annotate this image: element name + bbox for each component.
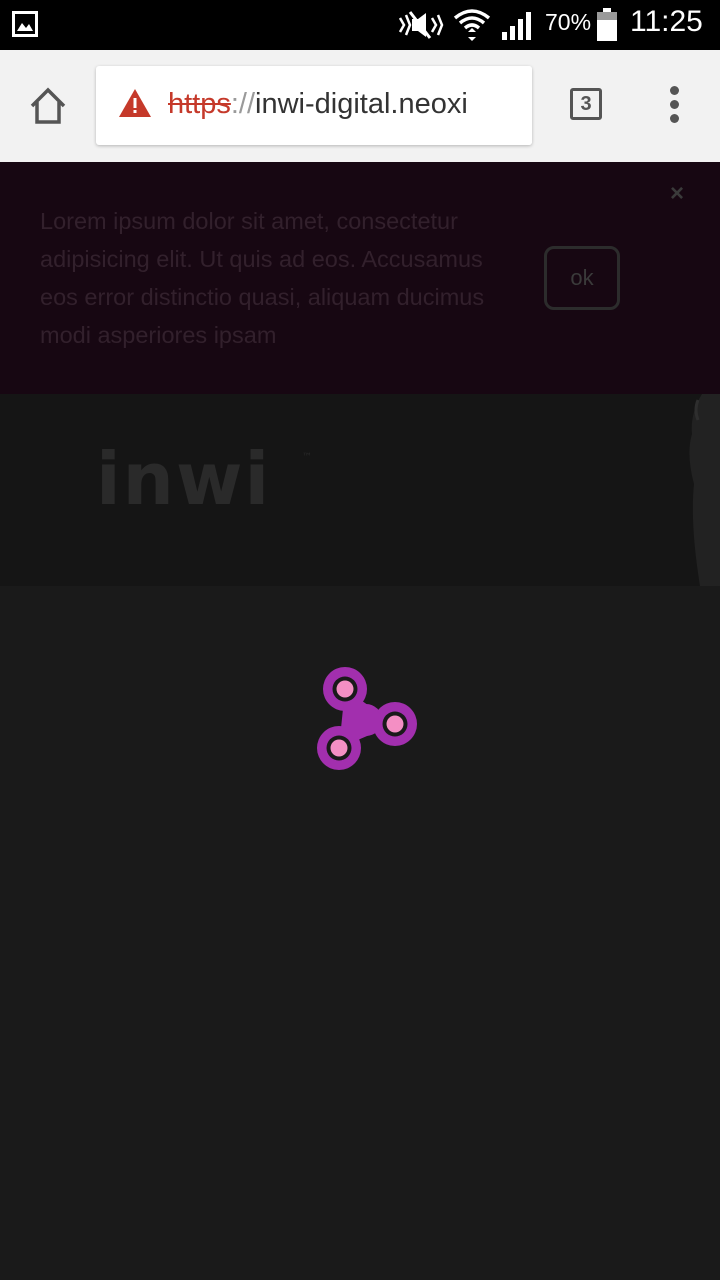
- menu-dot: [669, 114, 679, 123]
- inwi-logo: inwi ™: [96, 446, 312, 510]
- cookie-banner: Lorem ipsum dolor sit amet, consectetur …: [0, 162, 720, 394]
- home-icon[interactable]: [26, 84, 70, 128]
- banner-close-button[interactable]: ×: [670, 180, 684, 208]
- menu-dot: [669, 100, 679, 109]
- logo-text: inwi: [96, 446, 271, 510]
- clock: 11:25: [630, 5, 703, 38]
- url-text[interactable]: https://inwi-digital.neoxi: [168, 88, 468, 121]
- fidget-spinner-loader: [317, 667, 417, 770]
- browser-toolbar: https://inwi-digital.neoxi 3: [0, 50, 720, 162]
- status-bar: 70% 11:25: [0, 0, 720, 50]
- address-bar[interactable]: https://inwi-digital.neoxi: [96, 66, 532, 145]
- battery-icon: [597, 8, 617, 41]
- warning-icon[interactable]: [118, 88, 152, 118]
- menu-dot: [669, 86, 679, 95]
- url-scheme: https: [168, 88, 231, 120]
- tab-switcher-button[interactable]: 3: [570, 88, 602, 120]
- url-separator: ://: [230, 88, 256, 120]
- gallery-icon: [12, 11, 38, 37]
- url-fade: [492, 66, 532, 145]
- overflow-menu-icon[interactable]: [664, 86, 684, 126]
- signal-icon: [502, 12, 531, 40]
- wifi-icon: [453, 9, 491, 41]
- logo-tm: ™: [302, 452, 312, 463]
- hero-figure-image: [689, 394, 720, 586]
- hero-header: inwi ™: [0, 394, 720, 586]
- battery-percentage: 70%: [545, 9, 592, 35]
- banner-ok-button[interactable]: ok: [544, 246, 620, 310]
- banner-text: Lorem ipsum dolor sit amet, consectetur …: [40, 208, 485, 348]
- mute-icon: [398, 11, 444, 39]
- url-host: inwi-digital.neoxi: [255, 88, 468, 120]
